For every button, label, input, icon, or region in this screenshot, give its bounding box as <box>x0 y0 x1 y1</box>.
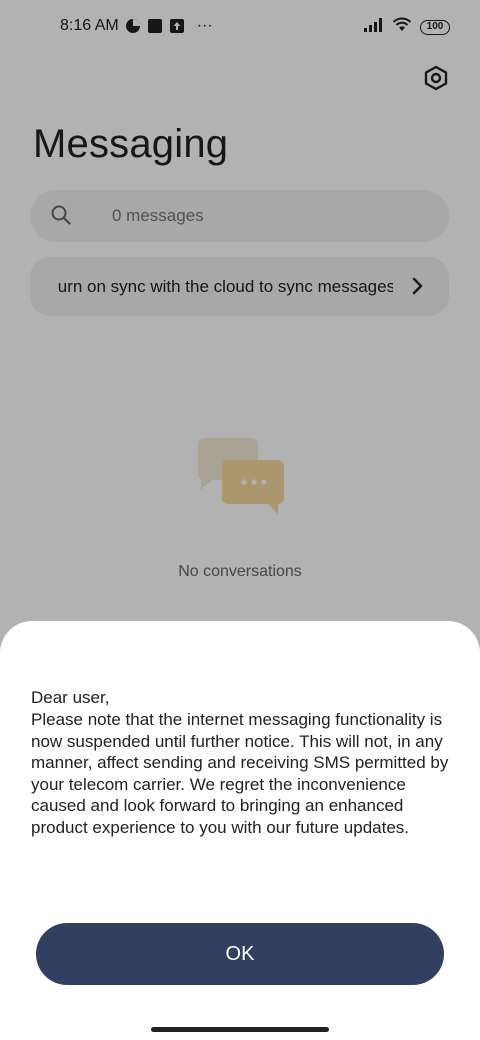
dialog-message: Please note that the internet messaging … <box>31 710 449 837</box>
ok-button[interactable]: OK <box>36 923 444 985</box>
dialog-greeting: Dear user, <box>31 688 110 707</box>
messaging-app: 8:16 AM ··· 100 Messaging 0 messages Tur… <box>0 0 480 1040</box>
home-indicator[interactable] <box>151 1027 329 1032</box>
